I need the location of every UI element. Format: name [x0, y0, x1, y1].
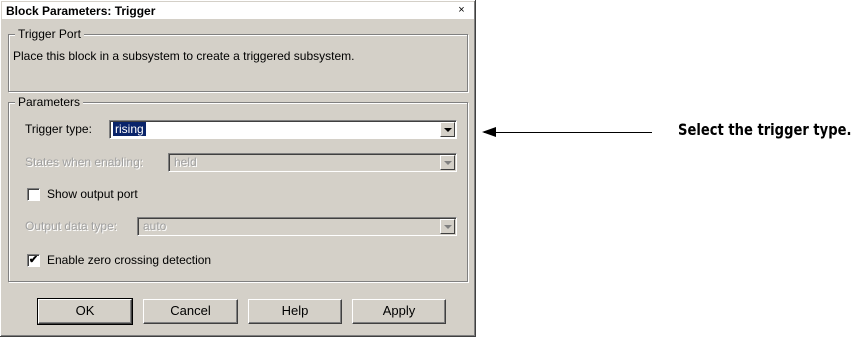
apply-button[interactable]: Apply [352, 299, 446, 324]
chevron-down-icon[interactable] [440, 122, 455, 137]
trigger-type-label: Trigger type: [25, 122, 92, 136]
ok-button[interactable]: OK [37, 298, 133, 325]
output-data-type-dropdown[interactable]: auto [137, 217, 457, 236]
help-button[interactable]: Help [248, 299, 342, 324]
callout-line [484, 132, 652, 133]
chevron-down-icon[interactable] [440, 155, 455, 170]
parameters-group: Parameters Trigger type: rising States w… [8, 95, 468, 282]
cancel-button[interactable]: Cancel [143, 299, 238, 324]
enable-zero-crossing-checkbox[interactable]: ✔ [27, 254, 40, 267]
parameters-legend: Parameters [15, 95, 84, 109]
trigger-port-description: Place this block in a subsystem to creat… [13, 49, 355, 63]
show-output-port-checkbox[interactable] [27, 188, 40, 201]
trigger-port-legend: Trigger Port [15, 27, 84, 41]
trigger-type-value: rising [113, 122, 146, 136]
states-when-enabling-label: States when enabling: [25, 155, 144, 169]
callout-text: Select the trigger type. [678, 120, 852, 139]
title-bar[interactable]: Block Parameters: Trigger × [2, 2, 474, 20]
close-icon[interactable]: × [455, 4, 468, 17]
states-when-enabling-value: held [174, 155, 197, 169]
trigger-port-group: Trigger Port Place this block in a subsy… [8, 27, 468, 92]
chevron-down-icon[interactable] [440, 219, 455, 234]
dialog-title: Block Parameters: Trigger [6, 4, 156, 18]
enable-zero-crossing-label[interactable]: Enable zero crossing detection [47, 253, 211, 267]
output-data-type-value: auto [143, 219, 167, 233]
checkmark-icon: ✔ [28, 254, 39, 266]
states-when-enabling-dropdown[interactable]: held [168, 153, 457, 172]
block-parameters-dialog: Block Parameters: Trigger × Trigger Port… [0, 0, 476, 337]
output-data-type-label: Output data type: [25, 219, 118, 233]
show-output-port-label[interactable]: Show output port [47, 187, 138, 201]
trigger-type-dropdown[interactable]: rising [109, 120, 457, 139]
